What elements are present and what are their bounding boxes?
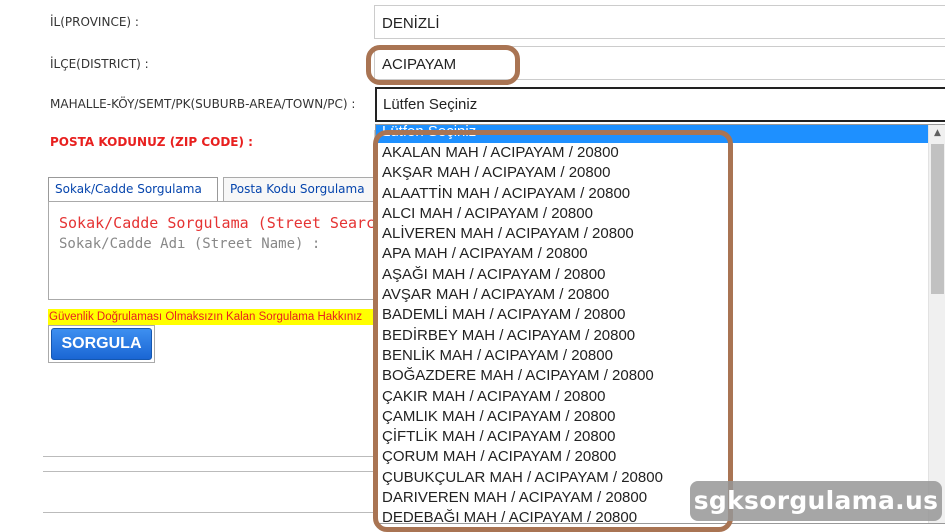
tab-zip-search[interactable]: Posta Kodu Sorgulama — [223, 177, 375, 201]
suburb-select[interactable]: Lütfen Seçiniz — [375, 87, 945, 122]
divider — [43, 456, 375, 457]
scroll-up-arrow-icon[interactable]: ▲ — [929, 125, 945, 142]
province-field[interactable]: DENİZLİ — [374, 5, 945, 39]
dropdown-scrollbar[interactable]: ▲ — [928, 125, 945, 523]
divider — [43, 471, 375, 472]
security-warning: Güvenlik Doğrulaması Olmaksızın Kalan So… — [48, 309, 375, 325]
suburb-label: MAHALLE-KÖY/SEMT/PK(SUBURB-AREA/TOWN/PC)… — [50, 97, 356, 111]
query-button-frame: SORGULA — [48, 325, 155, 363]
divider — [43, 512, 375, 513]
province-label: İL(PROVINCE) : — [50, 15, 139, 29]
tab-street-search[interactable]: Sokak/Cadde Sorgulama — [48, 177, 218, 201]
options-highlight-frame — [373, 130, 733, 532]
zip-code-label: POSTA KODUNUZ (ZIP CODE) : — [50, 135, 253, 149]
query-button[interactable]: SORGULA — [51, 328, 152, 360]
panel-title: Sokak/Cadde Sorgulama (Street Search) — [59, 214, 394, 232]
district-highlight-frame — [366, 45, 520, 85]
street-name-label: Sokak/Cadde Adı (Street Name) : — [59, 236, 321, 252]
district-label: İLÇE(DISTRICT) : — [50, 57, 149, 71]
watermark: sgksorgulama.us — [690, 481, 942, 521]
street-search-panel: Sokak/Cadde Sorgulama (Street Search) So… — [48, 201, 393, 300]
scroll-thumb[interactable] — [931, 144, 944, 294]
